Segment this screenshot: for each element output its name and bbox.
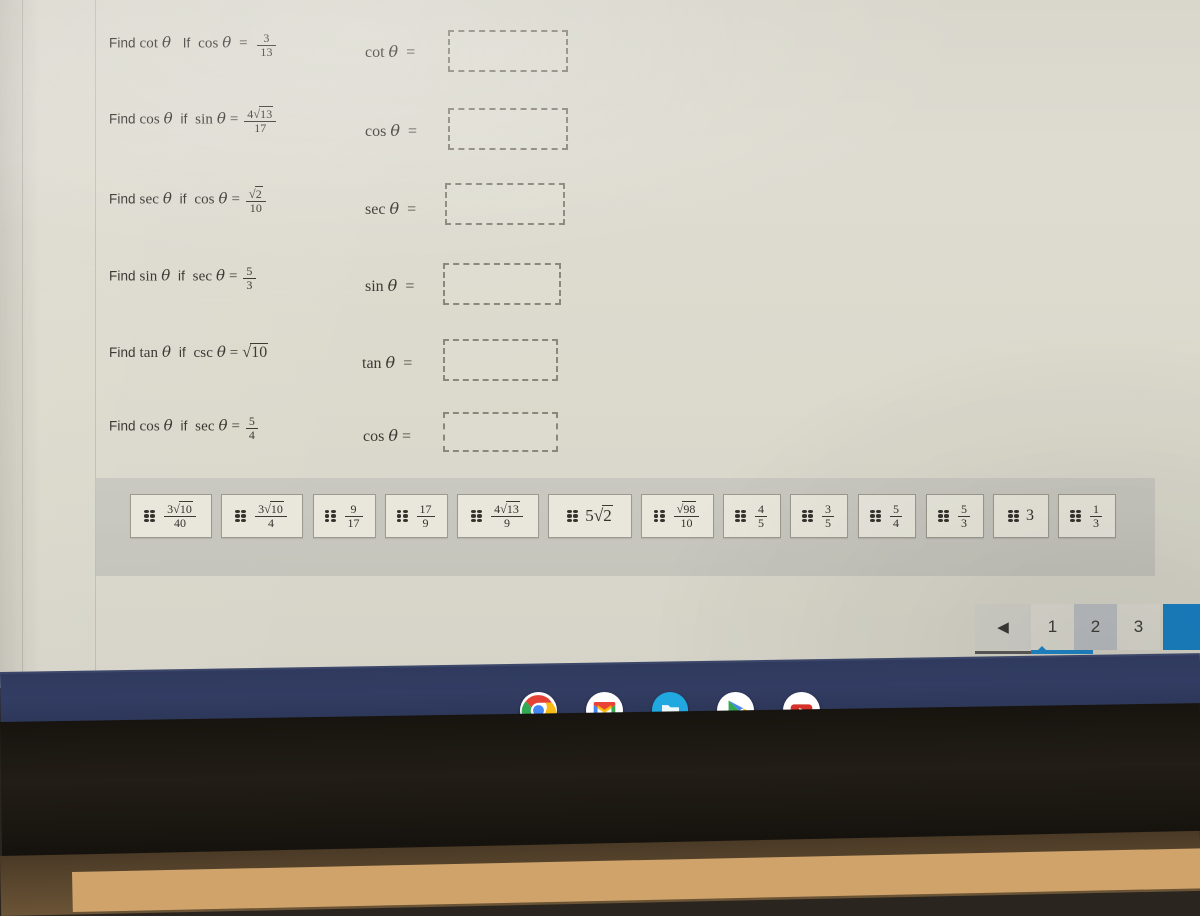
answer-tile-value: √98 10 (672, 500, 702, 529)
answer-tile-value: 9 17 (343, 503, 365, 529)
drag-handle-icon[interactable] (396, 509, 408, 523)
answer-bank: 3√10 40 3√10 4 9 17 17 9 4√13 9 5√2 √98 … (95, 478, 1155, 576)
page-rule-left (22, 0, 23, 688)
answer-tile-value: 3√10 4 (253, 500, 289, 529)
answer-tile[interactable]: 45 (723, 494, 781, 538)
problem-row: Find sin θ if sec θ = 53 sin θ = (95, 263, 1150, 325)
answer-label: sin θ = (365, 276, 415, 295)
problem-prompt: Find sin θ if sec θ = 53 (109, 265, 258, 291)
answer-dropzone[interactable] (443, 412, 558, 452)
answer-tile-value: 5√2 (585, 505, 613, 525)
answer-tile-value: 54 (888, 503, 904, 529)
drag-handle-icon[interactable] (938, 509, 949, 523)
drag-handle-icon[interactable] (471, 509, 483, 523)
page-button-1[interactable]: 1 (1031, 604, 1074, 650)
answer-tile[interactable]: 35 (790, 494, 848, 538)
pagination: ◀ 1 2 3 (975, 604, 1160, 650)
next-page-button[interactable] (1163, 604, 1200, 650)
answer-tile[interactable]: 3√10 4 (221, 494, 303, 538)
drag-handle-icon[interactable] (235, 509, 247, 523)
answer-tile[interactable]: 54 (858, 494, 916, 538)
answer-tile-value: 4√13 9 (489, 500, 525, 529)
answer-tile[interactable]: 9 17 (313, 494, 376, 538)
answer-tile[interactable]: 3√10 40 (130, 494, 212, 538)
answer-tile[interactable]: √98 10 (641, 494, 714, 538)
answer-label: tan θ = (362, 353, 413, 372)
drag-handle-icon[interactable] (144, 509, 156, 523)
answer-tile-value: 3√10 40 (162, 500, 198, 529)
answer-tile[interactable]: 13 (1058, 494, 1116, 538)
drag-handle-icon[interactable] (324, 509, 336, 523)
problem-row: Find cos θ if sec θ = 54 cos θ = (95, 412, 1150, 475)
laptop-screen: Find cot θ If cos θ = 3 13 cot θ = Find c… (0, 0, 1200, 688)
answer-tile-value: 35 (820, 503, 836, 529)
answer-tile-value: 13 (1088, 503, 1104, 529)
drag-handle-icon[interactable] (870, 509, 881, 523)
problem-row: Find cos θ if sin θ = 4√13 17 cos θ = (95, 106, 1150, 168)
problem-prompt: Find cot θ If cos θ = 3 13 (109, 32, 278, 58)
problem-prompt: Find cos θ if sec θ = 54 (109, 415, 260, 441)
problem-prompt: Find sec θ if cos θ = √2 10 (109, 186, 268, 214)
answer-label: cos θ = (363, 426, 411, 445)
problem-row: Find tan θ if csc θ = √10 tan θ = (95, 339, 1150, 403)
pagination-caret-icon (1036, 646, 1048, 652)
answer-dropzone[interactable] (443, 263, 561, 305)
answer-dropzone[interactable] (445, 183, 565, 225)
answer-label: cos θ = (365, 121, 417, 140)
answer-dropzone[interactable] (448, 108, 568, 150)
drag-handle-icon[interactable] (735, 509, 746, 523)
prev-page-button[interactable]: ◀ (975, 604, 1031, 650)
answer-dropzone[interactable] (448, 30, 568, 72)
drag-handle-icon[interactable] (653, 509, 665, 523)
answer-tile-value: 53 (956, 503, 972, 529)
answer-tile[interactable]: 5√2 (548, 494, 632, 538)
answer-tile[interactable]: 53 (926, 494, 984, 538)
answer-tile[interactable]: 4√13 9 (457, 494, 539, 538)
problem-row: Find cot θ If cos θ = 3 13 cot θ = (95, 30, 1150, 92)
answer-tile[interactable]: 3 (993, 494, 1049, 538)
answer-tile[interactable]: 17 9 (385, 494, 448, 538)
problem-prompt: Find cos θ if sin θ = 4√13 17 (109, 106, 278, 134)
drag-handle-icon[interactable] (1008, 509, 1019, 523)
answer-tile-value: 17 9 (415, 503, 437, 529)
answer-tile-value: 45 (753, 503, 769, 529)
answer-dropzone[interactable] (443, 339, 558, 381)
problem-prompt: Find tan θ if csc θ = √10 (109, 343, 269, 361)
drag-handle-icon[interactable] (802, 509, 813, 523)
answer-label: cot θ = (365, 42, 416, 61)
drag-handle-icon[interactable] (567, 509, 579, 523)
drag-handle-icon[interactable] (1070, 509, 1081, 523)
page-button-2[interactable]: 2 (1074, 604, 1117, 650)
problem-row: Find sec θ if cos θ = √2 10 sec θ = (95, 183, 1150, 248)
pagination-underline (975, 650, 1093, 654)
answer-label: sec θ = (365, 199, 417, 218)
page-button-3[interactable]: 3 (1117, 604, 1160, 650)
answer-tile-value: 3 (1026, 507, 1034, 524)
